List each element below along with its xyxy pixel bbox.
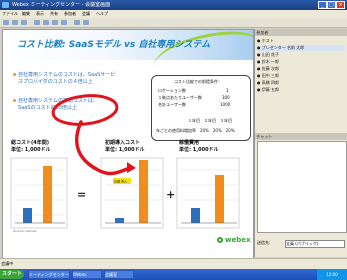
participant-row[interactable]: ● 田中 三郎 <box>257 73 345 79</box>
start-button[interactable]: スタート <box>0 270 24 279</box>
toolbar <box>0 18 347 28</box>
taskbar: スタート ミーティングセンター Webex 会議室 12:00 <box>0 269 347 280</box>
webex-logo-text: webex <box>225 236 251 244</box>
send-to-label: 送信先: <box>257 240 271 245</box>
participant-name: 高橋 四郎 <box>261 80 280 85</box>
pointer-icon[interactable] <box>34 20 40 25</box>
participant-row[interactable]: ● 鈴木 一郎 <box>257 59 345 65</box>
eraser-icon[interactable] <box>61 20 67 25</box>
status-text: 会議中 <box>1 261 14 266</box>
window-title: Webex ミーティングセンター - 会議室画面 <box>12 2 111 8</box>
chart-3-bar-saas <box>191 208 200 223</box>
menu-edit[interactable]: 編集 <box>22 10 30 18</box>
close-button[interactable]: × <box>336 1 345 9</box>
window-titlebar: Webex ミーティングセンター - 会議室画面 _ □ × <box>0 0 347 10</box>
menu-meeting[interactable]: 会議 <box>82 10 90 18</box>
menu-share[interactable]: 共有 <box>50 10 58 18</box>
minimize-button[interactable]: _ <box>318 1 327 9</box>
participant-row[interactable]: ● 伊藤 五郎 <box>257 87 345 93</box>
side-panel: 参加者 ● ホスト ● プレゼンター 名前 太郎 ● 山田 花子 ● 鈴木 一郎… <box>254 29 347 257</box>
slide-graphics: = 高額 導入 + Source: Gartner <box>10 94 240 233</box>
participant-name: ホスト <box>261 38 274 43</box>
highlighter-icon[interactable] <box>52 20 58 25</box>
menu-participant[interactable]: 参加者 <box>64 10 76 18</box>
chart-3-bar-inhouse <box>215 175 224 223</box>
menu-view[interactable]: 表示 <box>36 10 44 18</box>
participant-row[interactable]: ● 山田 花子 <box>257 52 345 58</box>
participant-name: プレゼンター 名前 太郎 <box>261 45 305 50</box>
participants-header-label: 参加者 <box>256 30 269 35</box>
presentation-slide: コスト比較: SaaSモデル vs 自社専用システム 自社専用システムのコストは… <box>2 29 254 259</box>
send-to-select[interactable]: 全員 (パブリック) <box>285 240 345 248</box>
status-bar: 会議中 <box>0 258 347 269</box>
participant-row[interactable]: ● ホスト <box>257 38 345 44</box>
participant-row[interactable]: ● プレゼンター 名前 太郎 <box>257 45 345 51</box>
webex-logo: webex <box>217 236 251 244</box>
menu-file[interactable]: ファイル <box>2 10 18 18</box>
source-note: Source: Gartner <box>13 229 38 233</box>
app-icon <box>2 2 9 8</box>
menu-help[interactable]: ヘルプ <box>96 10 108 18</box>
taskbar-item[interactable]: ミーティングセンター <box>28 270 70 279</box>
taskbar-item[interactable]: Webex <box>72 270 102 279</box>
participant-row[interactable]: ● 佐藤 次郎 <box>257 66 345 72</box>
prev-page-icon[interactable] <box>74 20 80 25</box>
chart-1-bar-saas <box>23 208 32 223</box>
chart-1-bar-inhouse <box>43 166 52 223</box>
chat-header-label: チャット <box>256 134 273 139</box>
pen-icon[interactable] <box>43 20 49 25</box>
taskbar-item[interactable]: 会議室 <box>104 270 134 279</box>
chart-2-bar-saas <box>115 218 124 223</box>
chat-header[interactable]: チャット <box>255 133 347 140</box>
participant-name: 鈴木 一郎 <box>261 59 280 64</box>
save-icon[interactable] <box>12 20 18 25</box>
participant-row[interactable]: ● 高橋 四郎 <box>257 80 345 86</box>
print-icon[interactable] <box>21 20 27 25</box>
participant-name: 山田 花子 <box>261 52 280 57</box>
taskbar-clock: 12:00 <box>317 269 347 280</box>
chat-log[interactable] <box>257 141 347 233</box>
annotation-circle <box>51 94 119 126</box>
chart-3 <box>176 157 240 229</box>
participant-name: 田中 三郎 <box>261 73 280 78</box>
menu-bar: ファイル 編集 表示 共有 参加者 会議 ヘルプ <box>0 10 347 18</box>
chat-send-row: 送信先: 全員 (パブリック) <box>257 239 345 248</box>
plus-operator: + <box>166 188 175 201</box>
chart-2-legend-text: 高額 導入 <box>114 179 127 184</box>
participant-name: 佐藤 次郎 <box>261 66 280 71</box>
maximize-button[interactable]: □ <box>327 1 336 9</box>
next-page-icon[interactable] <box>83 20 89 25</box>
chart-1 <box>10 157 68 229</box>
equals-operator: = <box>77 188 86 201</box>
participants-header[interactable]: 参加者 <box>255 29 347 36</box>
chart-2-bar-inhouse <box>139 160 148 223</box>
open-icon[interactable] <box>3 20 9 25</box>
participant-name: 伊藤 五郎 <box>261 87 280 92</box>
